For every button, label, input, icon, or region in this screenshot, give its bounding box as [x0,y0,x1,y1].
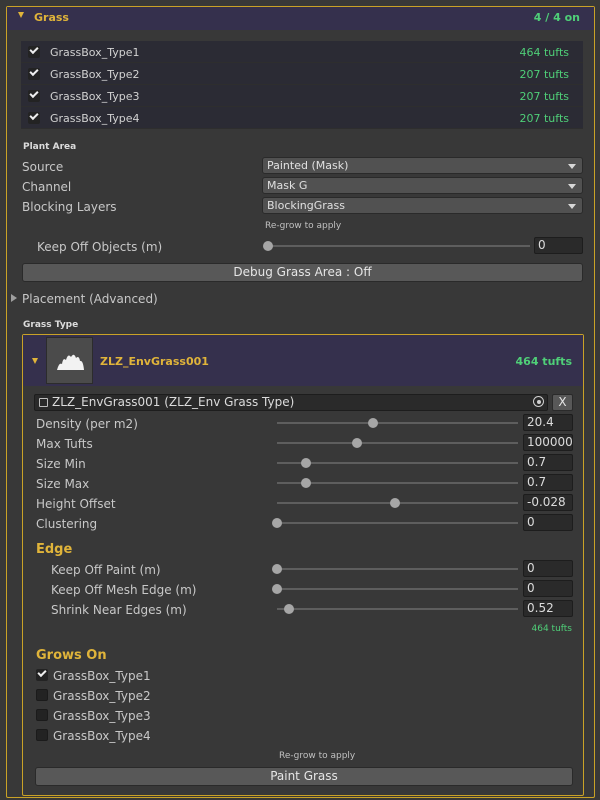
foldout-expanded-icon[interactable] [32,358,38,364]
foldout-collapsed-icon[interactable] [11,294,17,302]
param-label: Shrink Near Edges (m) [51,603,187,617]
surface-count: 464 tufts [519,46,570,59]
surface-count: 207 tufts [519,68,570,81]
max-tufts-field[interactable]: 100000 [523,434,573,451]
keep-off-paint-slider[interactable] [277,568,518,570]
surface-count: 207 tufts [519,112,570,125]
clustering-field[interactable]: 0 [523,514,573,531]
param-label: Clustering [36,517,98,531]
clustering-slider[interactable] [277,522,518,524]
regrow-hint-bottom: Re-grow to apply [279,751,356,761]
slider-knob[interactable] [263,241,273,251]
keep-off-objects-label: Keep Off Objects (m) [37,240,163,254]
param-label: Max Tufts [36,437,93,451]
clear-button[interactable]: X [552,394,573,411]
grows-on-checkbox-1[interactable] [36,669,48,681]
grass-thumbnail [46,337,93,384]
size-min-slider[interactable] [277,462,518,464]
regrow-hint: Re-grow to apply [265,221,342,231]
grass-type-name: ZLZ_EnvGrass001 [100,355,209,368]
slider-knob[interactable] [272,518,282,528]
checkbox-surface-1[interactable] [28,46,40,58]
edge-tuft-count: 464 tufts [531,624,573,634]
param-label: Keep Off Paint (m) [51,563,161,577]
checkbox-surface-3[interactable] [28,90,40,102]
slider-knob[interactable] [272,564,282,574]
keep-off-objects-slider[interactable] [268,245,530,247]
surface-label: GrassBox_Type4 [50,112,140,125]
dropdown-caret-icon [568,184,576,189]
shrink-near-edges-field[interactable]: 0.52 [523,600,573,617]
size-max-slider[interactable] [277,482,518,484]
slider-knob[interactable] [351,438,362,448]
slider-knob[interactable] [272,584,282,594]
blocking-layers-dropdown[interactable]: BlockingGrass [262,197,583,214]
grass-section-header[interactable] [7,7,594,30]
source-dropdown[interactable]: Painted (Mask) [262,157,583,174]
grows-on-checkbox-2[interactable] [36,689,48,701]
channel-dropdown[interactable]: Mask G [262,177,583,194]
size-min-field[interactable]: 0.7 [523,454,573,471]
source-label: Source [22,160,64,174]
param-label: Density (per m2) [36,417,138,431]
paint-grass-button[interactable]: Paint Grass [35,767,573,786]
grass-type-count: 464 tufts [515,355,572,368]
grows-on-heading: Grows On [36,648,107,663]
keep-off-mesh-edge-field[interactable]: 0 [523,580,573,597]
channel-label: Channel [22,180,72,194]
checkbox-surface-4[interactable] [28,112,40,124]
source-value: Painted (Mask) [267,159,349,172]
grows-on-label: GrassBox_Type3 [53,709,151,723]
keep-off-paint-field[interactable]: 0 [523,560,573,577]
surface-label: GrassBox_Type2 [50,68,140,81]
plant-area-heading: Plant Area [23,142,77,152]
enabled-count: 4 / 4 on [533,11,580,24]
dropdown-caret-icon [568,204,576,209]
grows-on-label: GrassBox_Type2 [53,689,151,703]
param-label: Size Max [36,477,90,491]
foldout-expanded-icon[interactable] [18,12,24,18]
param-label: Size Min [36,457,86,471]
grass-type-object-field[interactable]: ZLZ_EnvGrass001 (ZLZ_Env Grass Type) [34,394,548,411]
height-offset-field[interactable]: -0.028 [523,494,573,511]
slider-knob[interactable] [284,604,295,614]
slider-knob[interactable] [300,478,311,488]
param-label: Height Offset [36,497,116,511]
debug-grass-area-button[interactable]: Debug Grass Area : Off [22,263,583,282]
channel-value: Mask G [267,179,308,192]
density-field[interactable]: 20.4 [523,414,573,431]
shrink-near-edges-slider[interactable] [277,608,518,610]
slider-knob[interactable] [300,458,311,468]
max-tufts-slider[interactable] [277,442,518,444]
param-label: Keep Off Mesh Edge (m) [51,583,197,597]
surface-label: GrassBox_Type3 [50,90,140,103]
grows-on-label: GrassBox_Type4 [53,729,151,743]
grass-tuft-icon [57,354,84,370]
edge-heading: Edge [36,542,73,557]
checkbox-surface-2[interactable] [28,68,40,80]
grows-on-label: GrassBox_Type1 [53,669,151,683]
grass-type-heading: Grass Type [23,320,79,330]
blocking-layers-value: BlockingGrass [267,199,346,212]
surface-count: 207 tufts [519,90,570,103]
placement-advanced-foldout[interactable]: Placement (Advanced) [22,292,158,306]
blocking-layers-label: Blocking Layers [22,200,117,214]
surface-label: GrassBox_Type1 [50,46,140,59]
size-max-field[interactable]: 0.7 [523,474,573,491]
keep-off-mesh-edge-slider[interactable] [277,588,518,590]
asset-cube-icon [39,398,48,407]
grows-on-checkbox-4[interactable] [36,729,48,741]
grows-on-checkbox-3[interactable] [36,709,48,721]
section-title: Grass [34,11,69,24]
keep-off-objects-field[interactable]: 0 [534,237,583,254]
object-picker-icon[interactable] [533,396,544,407]
dropdown-caret-icon [568,164,576,169]
density-slider[interactable] [277,422,518,424]
